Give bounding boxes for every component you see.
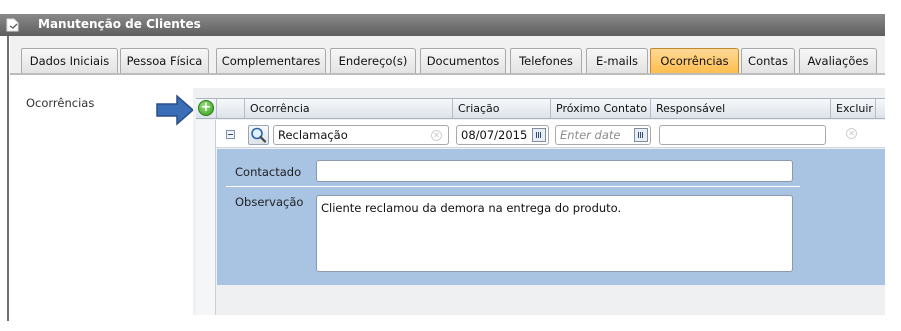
contactado-field[interactable] [316, 160, 793, 182]
tab-ocorrencias[interactable]: Ocorrências [650, 48, 739, 75]
observacao-textarea[interactable]: Cliente reclamou da demora na entrega do… [316, 195, 793, 272]
tab-emails[interactable]: E-mails [586, 48, 648, 74]
responsavel-field[interactable] [659, 125, 826, 145]
observacao-label: Observação [235, 195, 304, 209]
col-proximo-contato[interactable]: Próximo Contato [550, 99, 650, 118]
tab-dados-iniciais[interactable]: Dados Iniciais [21, 48, 118, 74]
grid-header: Ocorrência Criação Próximo Contato Respo… [196, 98, 885, 119]
window-title: Manutenção de Clientes [38, 17, 201, 31]
header-spacer [216, 99, 244, 118]
lookup-button[interactable] [248, 125, 269, 145]
col-responsavel[interactable]: Responsável [650, 99, 830, 118]
ocorrencia-field[interactable]: Reclamação [273, 125, 449, 145]
add-row-button[interactable]: + [198, 100, 214, 116]
clear-icon[interactable]: ✕ [431, 130, 442, 141]
window-left-border [7, 36, 9, 321]
document-icon [6, 18, 19, 32]
tab-telefones[interactable]: Telefones [510, 48, 582, 74]
calendar-icon[interactable] [634, 128, 648, 142]
col-criacao[interactable]: Criação [452, 99, 550, 118]
section-label: Ocorrências [26, 96, 95, 110]
contactado-label: Contactado [235, 165, 302, 179]
tab-enderecos[interactable]: Endereço(s) [330, 48, 416, 74]
col-ocorrencia[interactable]: Ocorrência [244, 99, 452, 118]
tab-pessoa-fisica[interactable]: Pessoa Física [120, 48, 209, 74]
col-excluir[interactable]: Excluir [830, 99, 875, 118]
window-title-bar: Manutenção de Clientes [0, 14, 885, 36]
arrow-right-icon [156, 94, 195, 126]
search-icon [251, 127, 267, 143]
delete-row-icon[interactable]: ✕ [846, 128, 857, 139]
header-end [875, 99, 885, 118]
details-divider [226, 186, 800, 187]
row-gutter [196, 120, 216, 315]
tab-documentos[interactable]: Documentos [420, 48, 506, 74]
tab-avaliacoes[interactable]: Avaliações [799, 48, 877, 74]
calendar-icon[interactable] [532, 128, 546, 142]
collapse-row-icon[interactable] [226, 130, 235, 139]
tab-contas[interactable]: Contas [741, 48, 795, 74]
tab-complementares[interactable]: Complementares [216, 48, 326, 74]
